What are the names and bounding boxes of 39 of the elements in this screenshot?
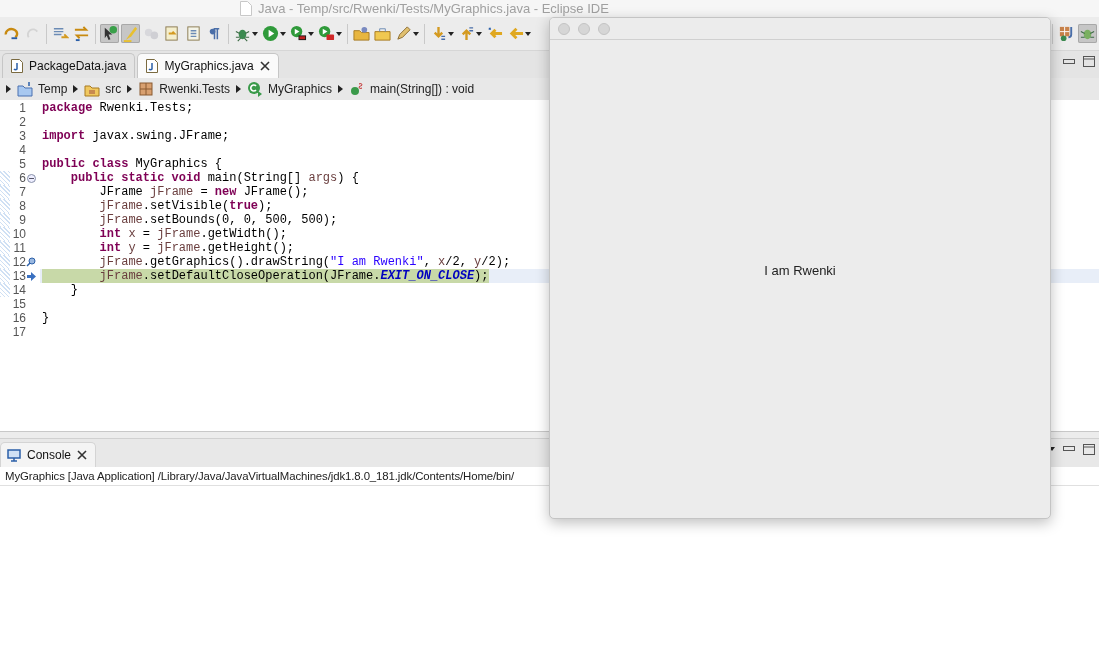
breadcrumb-item[interactable]: src [105,82,122,96]
line-number: 17 [11,325,26,339]
code-line: jFrame.setVisible(true); [98,199,273,213]
line-number: 6 [18,171,26,185]
line-number: 5 [18,157,26,171]
code-line: public static void main(String[] args) { [69,171,359,185]
line-number: 13 [11,269,26,283]
line-number: 1 [18,101,26,115]
code-line: import javax.swing.JFrame; [42,129,230,143]
breadcrumb-item[interactable]: MyGraphics [268,82,333,96]
code-line: int x = jFrame.getWidth(); [98,227,287,241]
line-number: 7 [18,185,26,199]
code-line: jFrame.getGraphics().drawString("I am Rwenki", x/2, y/2); [98,255,511,269]
breadcrumb-item[interactable]: main(String[]) : void [370,82,475,96]
drawn-text: I am Rwenki [764,262,836,278]
console-tab[interactable]: Console [0,442,97,467]
line-number: 9 [18,213,26,227]
code-line: JFrame jFrame = new JFrame(); [98,185,309,199]
editor-tab[interactable]: MyGraphics.java [137,53,279,78]
code-line: } [42,311,50,325]
code-line: public class MyGraphics { [42,157,223,171]
line-number: 3 [18,129,26,143]
line-number: 4 [18,143,26,157]
code-line: package Rwenki.Tests; [42,101,194,115]
line-number: 12 [11,255,26,269]
line-number: 16 [11,311,26,325]
editor-tab[interactable]: PackageData.java [2,53,136,78]
code-line: int y = jFrame.getHeight(); [98,241,295,255]
breadcrumb-item[interactable]: Temp [38,82,68,96]
line-number: 11 [12,241,26,255]
line-number: 14 [11,283,26,297]
window-title: Java - Temp/src/Rwenki/Tests/MyGraphics.java - Eclipse IDE [258,1,609,16]
line-number: 10 [11,227,26,241]
line-number: 15 [11,297,26,311]
line-number: 8 [18,199,26,213]
line-number: 2 [18,115,26,129]
code-line: jFrame.setBounds(0, 0, 500, 500); [98,213,338,227]
breadcrumb-item[interactable]: Rwenki.Tests [159,82,231,96]
code-line: } [69,283,78,297]
